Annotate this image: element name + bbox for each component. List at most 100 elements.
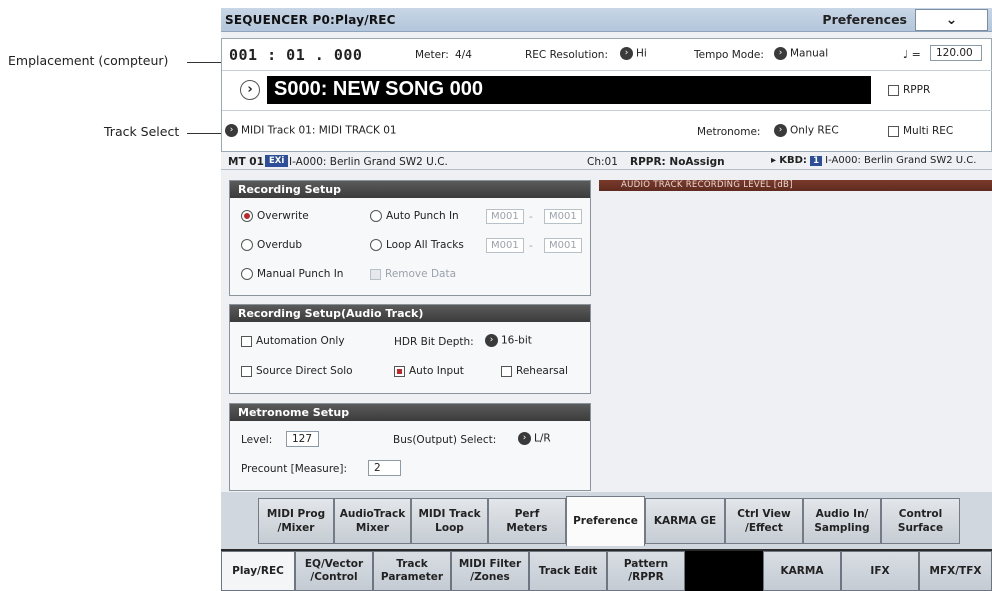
track-select-value: MIDI Track 01: MIDI TRACK 01 <box>241 124 397 137</box>
bus-select-popup[interactable]: › L/R <box>518 432 551 445</box>
source-direct-solo-checkbox[interactable]: Source Direct Solo <box>241 365 353 377</box>
precount-label: Precount [Measure]: <box>241 463 348 475</box>
level-meter-label: AUDIO TRACK RECORDING LEVEL [dB] <box>621 180 793 190</box>
automation-only-label: Automation Only <box>256 335 345 347</box>
meter-value[interactable]: 4/4 <box>455 49 472 61</box>
tab-ctrl-view-effect[interactable]: Ctrl View/Effect <box>725 498 803 544</box>
kbd-badge: 1 <box>810 156 822 166</box>
rehearsal-checkbox[interactable]: Rehearsal <box>501 365 568 377</box>
song-select-button[interactable]: › <box>240 80 260 100</box>
radio-icon <box>241 239 253 251</box>
tab-label: MFX/TFX <box>929 564 982 577</box>
track-select-popup[interactable]: › MIDI Track 01: MIDI TRACK 01 <box>225 124 397 137</box>
tab-control-surface[interactable]: Control Surface <box>881 498 960 544</box>
tab-perf-meters[interactable]: Perf Meters <box>488 498 566 544</box>
multi-rec-label: Multi REC <box>903 125 954 137</box>
tempo-mode-popup[interactable]: › Manual <box>774 47 828 60</box>
hdr-bit-depth-popup[interactable]: › 16-bit <box>485 334 532 347</box>
radio-icon <box>370 239 382 251</box>
remove-data-label: Remove Data <box>385 268 457 280</box>
metronome-setup-title: Metronome Setup <box>230 404 590 421</box>
checkbox-icon <box>370 268 381 280</box>
rec-resolution-popup[interactable]: › Hi <box>620 47 647 60</box>
overdub-radio[interactable]: Overdub <box>241 239 302 251</box>
loop-end-field[interactable]: M001 <box>544 238 582 253</box>
popup-arrow-icon: › <box>774 47 787 60</box>
tab-midi-filter-zones[interactable]: MIDI Filter/Zones <box>451 551 529 591</box>
tab-play-rec[interactable]: Play/REC <box>221 551 295 591</box>
kbd-info: ▸ KBD: 1 I-A000: Berlin Grand SW2 U.C. <box>771 155 977 166</box>
metronome-popup[interactable]: › Only REC <box>774 124 839 137</box>
exi-badge: EXi <box>265 155 289 167</box>
checkbox-icon <box>241 335 252 347</box>
manual-punch-radio[interactable]: Manual Punch In <box>241 268 343 280</box>
tempo-field[interactable]: 120.00 <box>930 45 982 61</box>
popup-arrow-icon: › <box>518 432 531 445</box>
page-menu-button[interactable]: ⌄ <box>915 9 988 31</box>
tab-audio-in-sampling[interactable]: Audio In/Sampling <box>803 498 881 544</box>
popup-arrow-icon: › <box>225 124 238 137</box>
overwrite-radio[interactable]: Overwrite <box>241 210 309 222</box>
tab-label: Parameter <box>380 571 444 583</box>
tab-ifx[interactable]: IFX <box>841 551 919 591</box>
auto-input-label: Auto Input <box>409 365 464 377</box>
tab-midi-prog-mixer[interactable]: MIDI Prog/Mixer <box>258 498 334 544</box>
loop-start-field[interactable]: M001 <box>486 238 524 253</box>
tab-track-edit[interactable]: Track Edit <box>529 551 607 591</box>
checkbox-icon <box>394 365 405 377</box>
rec-resolution-label: REC Resolution: <box>525 49 609 61</box>
tab-eq-vector-control[interactable]: EQ/Vector/Control <box>295 551 373 591</box>
preferences-label[interactable]: Preferences <box>795 10 915 30</box>
song-name-box[interactable]: S000: NEW SONG 000 <box>267 76 871 104</box>
auto-punch-end-field[interactable]: M001 <box>544 209 582 224</box>
popup-arrow-icon: › <box>774 124 787 137</box>
tab-label: Mixer <box>355 522 390 534</box>
precount-field[interactable]: 2 <box>368 460 401 476</box>
tab-label: KARMA <box>780 564 824 577</box>
rppr-label: RPPR <box>903 84 931 96</box>
tempo-symbol: ♩ = <box>903 48 921 61</box>
tab-label: Control <box>898 507 943 520</box>
meter-label: Meter: <box>415 49 449 61</box>
audio-setup-title: Recording Setup(Audio Track) <box>230 305 590 322</box>
automation-only-checkbox[interactable]: Automation Only <box>241 335 345 347</box>
tab-audio-track-mixer[interactable]: AudioTrack Mixer <box>334 498 411 544</box>
kbd-label: KBD: <box>779 155 807 166</box>
locate-row: 001 : 01 . 000 Meter: 4/4 REC Resolution… <box>222 39 992 71</box>
location-counter[interactable]: 001 : 01 . 000 <box>229 46 362 64</box>
multi-rec-checkbox[interactable]: Multi REC <box>888 125 953 137</box>
callout-position-line <box>187 62 225 63</box>
chevron-right-icon: › <box>247 82 253 97</box>
hdr-bit-depth-label: HDR Bit Depth: <box>394 336 474 348</box>
sequencer-screen: SEQUENCER P0:Play/REC Preferences ⌄ 001 … <box>221 8 992 591</box>
tab-karma-ge[interactable]: KARMA GE <box>645 498 725 544</box>
tab-mfx-tfx[interactable]: MFX/TFX <box>919 551 992 591</box>
tab-pattern-rppr[interactable]: Pattern/RPPR <box>607 551 685 591</box>
tab-label: Ctrl View <box>737 507 791 520</box>
auto-input-checkbox[interactable]: Auto Input <box>394 365 464 377</box>
tab-label: Loop <box>435 522 464 534</box>
tab-preference[interactable]: Preference <box>566 496 645 546</box>
tempo-mode-label: Tempo Mode: <box>694 49 764 61</box>
tab-label: Sampling <box>814 522 870 534</box>
callout-track-select: Track Select <box>104 124 180 139</box>
metronome-value: Only REC <box>790 124 839 137</box>
tab-label: EQ/Vector <box>304 558 364 571</box>
kbd-program: I-A000: Berlin Grand SW2 U.C. <box>825 155 977 166</box>
auto-punch-radio[interactable]: Auto Punch In <box>370 210 459 222</box>
tab-label: Track Edit <box>538 564 598 577</box>
rppr-checkbox[interactable]: RPPR <box>888 84 930 96</box>
rec-resolution-value: Hi <box>636 47 647 60</box>
tab-label: Audio In/ <box>815 507 869 520</box>
remove-data-checkbox[interactable]: Remove Data <box>370 268 456 280</box>
loop-all-radio[interactable]: Loop All Tracks <box>370 239 464 251</box>
checkbox-icon <box>501 365 512 377</box>
range-dash: - <box>529 211 533 223</box>
tab-karma[interactable]: KARMA <box>763 551 841 591</box>
range-dash: - <box>529 240 533 252</box>
main-panel: 001 : 01 . 000 Meter: 4/4 REC Resolution… <box>221 38 992 152</box>
level-field[interactable]: 127 <box>286 431 319 447</box>
tab-track-parameter[interactable]: Track Parameter <box>373 551 451 591</box>
auto-punch-start-field[interactable]: M001 <box>486 209 524 224</box>
tab-midi-track-loop[interactable]: MIDI Track Loop <box>411 498 488 544</box>
